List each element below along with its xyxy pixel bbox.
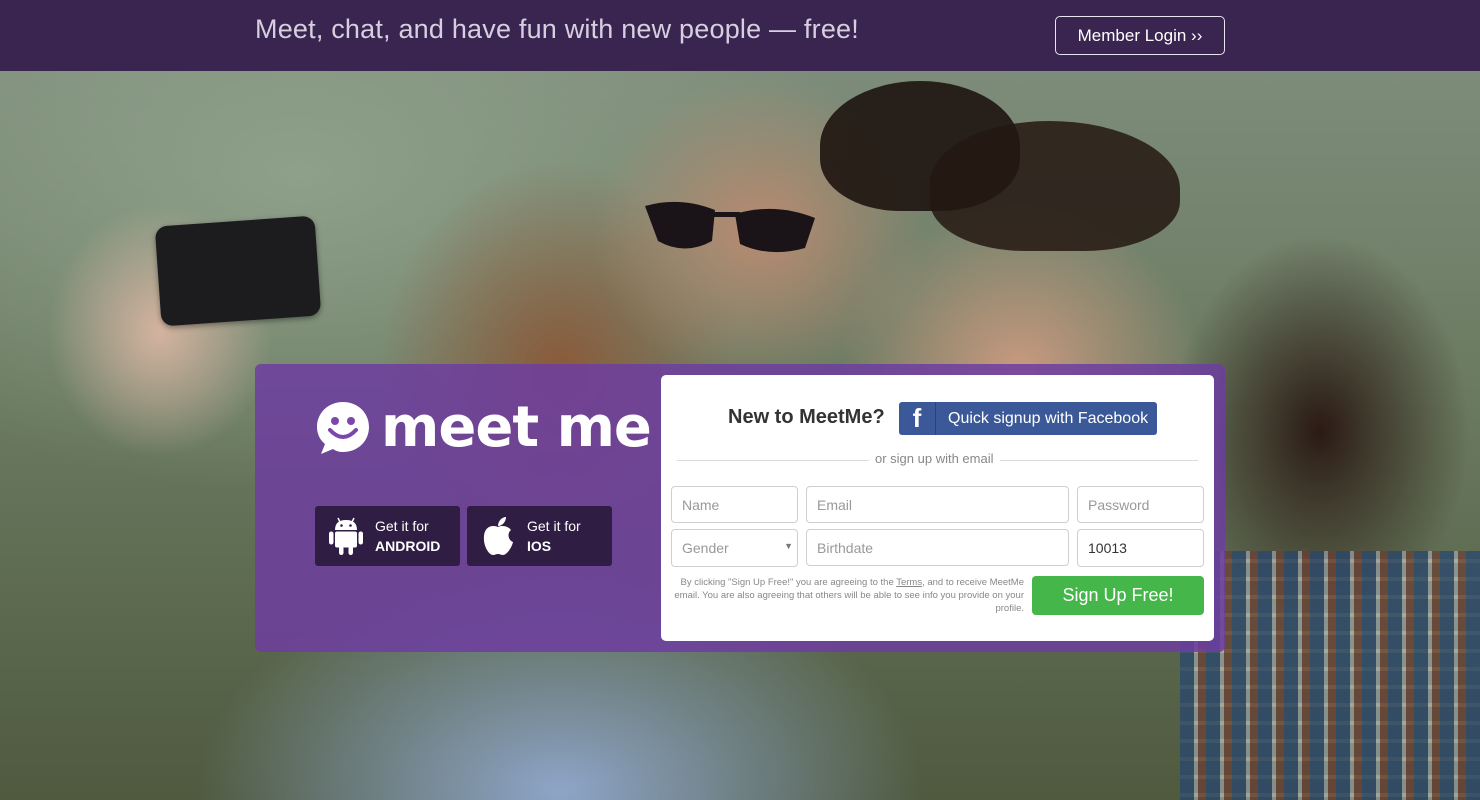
top-bar: Meet, chat, and have fun with new people… — [0, 0, 1480, 71]
name-input[interactable] — [671, 486, 798, 523]
ios-button-line1: Get it for — [527, 518, 581, 534]
apple-icon — [479, 514, 517, 558]
ios-button-line2: IOS — [527, 538, 552, 554]
terms-link[interactable]: Terms — [896, 577, 922, 588]
member-login-button[interactable]: Member Login ›› — [1055, 16, 1225, 55]
email-input[interactable] — [806, 486, 1069, 523]
facebook-signup-button[interactable]: f Quick signup with Facebook — [899, 402, 1157, 435]
facebook-signup-label: Quick signup with Facebook — [948, 409, 1149, 427]
facebook-icon: f — [899, 402, 936, 435]
password-input[interactable] — [1077, 486, 1204, 523]
tagline: Meet, chat, and have fun with new people… — [255, 14, 859, 44]
or-signup-email-text: or sign up with email — [869, 451, 1000, 466]
gender-select-value: Gender — [682, 540, 729, 556]
sunglasses-in-photo — [645, 201, 815, 253]
terms-prefix: By clicking "Sign Up Free!" you are agre… — [680, 577, 897, 588]
zip-code-input[interactable] — [1077, 529, 1204, 567]
logo-text: meet me — [381, 395, 652, 460]
ios-download-button[interactable]: Get it for IOS — [467, 506, 612, 566]
gender-select[interactable]: Gender ▼ — [671, 529, 798, 567]
chevron-down-icon: ▼ — [784, 541, 793, 551]
android-download-button[interactable]: Get it for ANDROID — [315, 506, 460, 566]
android-button-line1: Get it for — [375, 518, 429, 534]
photo-detail — [930, 121, 1180, 251]
signup-heading: New to MeetMe? — [728, 406, 885, 428]
birthdate-input[interactable] — [806, 529, 1069, 566]
meetme-logo[interactable]: meet me — [315, 395, 652, 460]
terms-notice: By clicking "Sign Up Free!" you are agre… — [671, 576, 1024, 615]
sign-up-free-button[interactable]: Sign Up Free! — [1032, 576, 1204, 615]
android-button-line2: ANDROID — [375, 538, 441, 554]
android-icon — [327, 514, 365, 558]
phone-in-photo — [154, 215, 322, 327]
smiley-chat-icon — [317, 402, 369, 454]
plaid-shirt-in-photo — [1180, 551, 1480, 800]
